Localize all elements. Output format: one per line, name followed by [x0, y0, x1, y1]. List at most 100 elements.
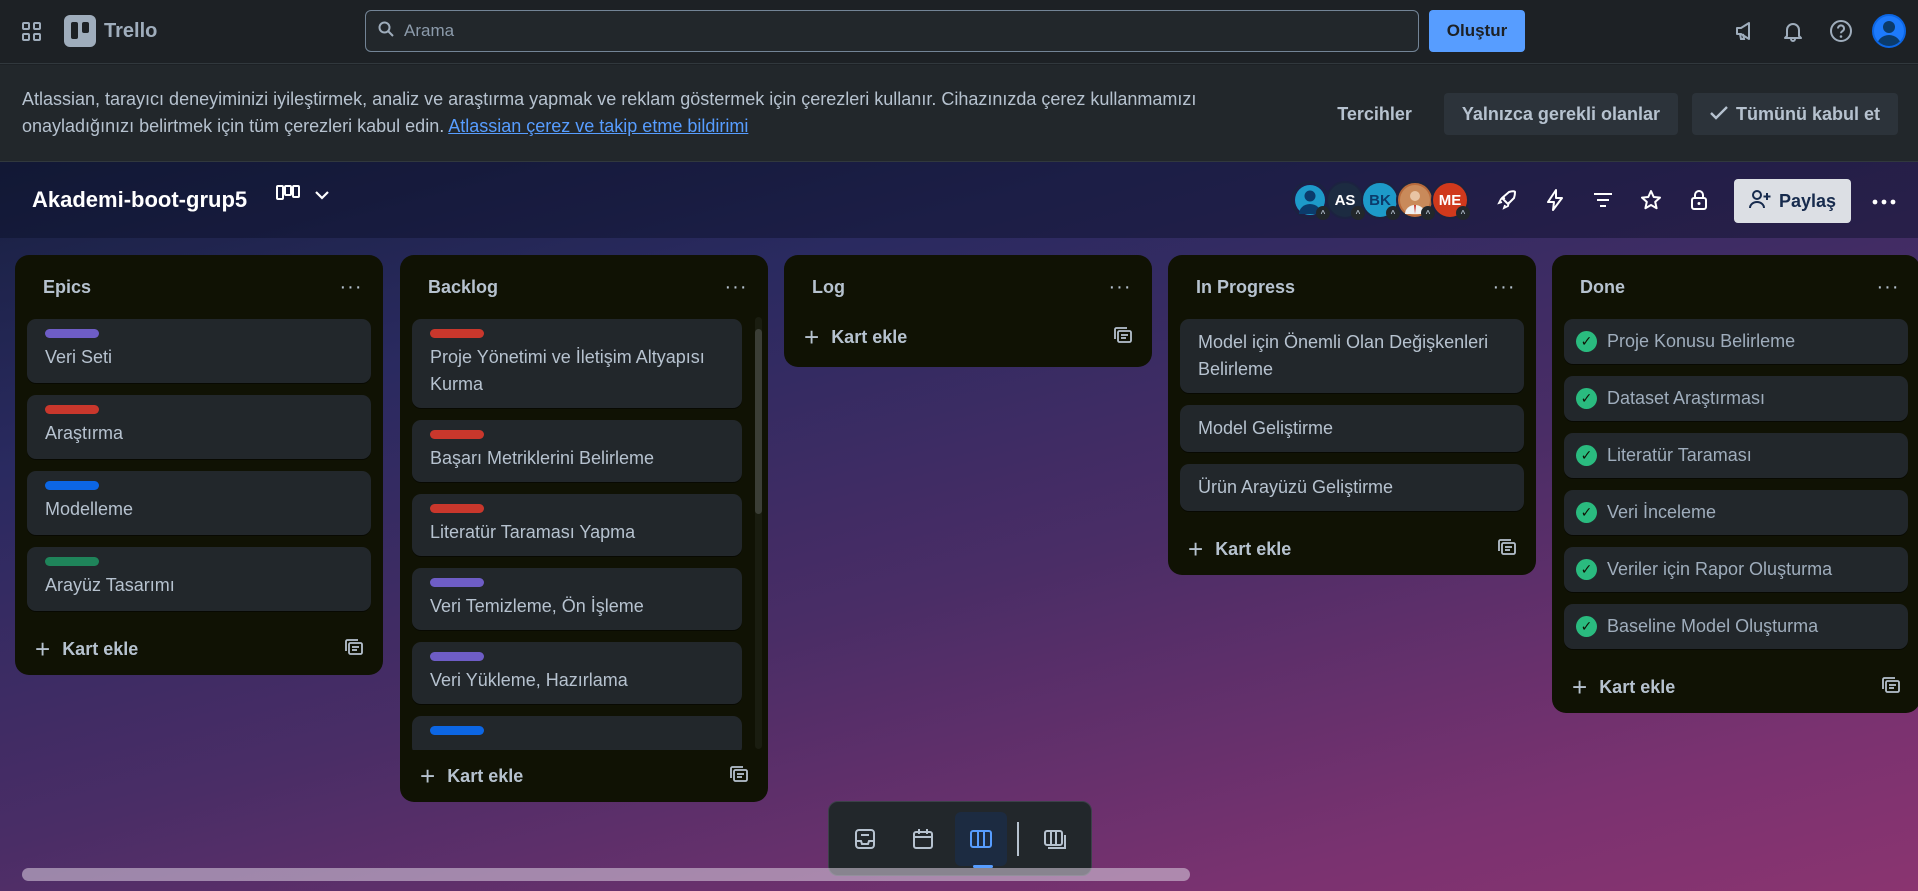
completed-check-icon[interactable]: ✓: [1576, 559, 1597, 580]
list-scrollbar[interactable]: [755, 317, 762, 749]
notifications-bell-icon[interactable]: [1776, 12, 1810, 50]
card-title: Dataset Araştırması: [1607, 388, 1766, 408]
member-initials: ME: [1438, 191, 1462, 209]
card-label[interactable]: [430, 726, 484, 735]
create-from-template-icon[interactable]: [1114, 326, 1132, 348]
card[interactable]: Veri Seti: [27, 319, 371, 383]
list-menu-more-icon[interactable]: ···: [335, 276, 367, 299]
card-label[interactable]: [45, 405, 99, 414]
automation-lightning-icon[interactable]: [1538, 182, 1572, 218]
card[interactable]: ✓ Proje Konusu Belirleme: [1564, 319, 1908, 364]
visibility-lock-icon[interactable]: [1682, 182, 1716, 218]
board-view-button[interactable]: [955, 811, 1008, 868]
list-menu-more-icon[interactable]: ···: [720, 276, 752, 299]
add-card-label: Kart ekle: [1215, 538, 1292, 559]
plus-icon: +: [804, 322, 820, 352]
member-avatar[interactable]: BK ^: [1361, 181, 1400, 220]
card[interactable]: Proje Yönetimi ve İletişim Altyapısı Kur…: [412, 319, 742, 408]
card-label[interactable]: [45, 329, 99, 338]
card[interactable]: Başarı Metriklerini Belirleme: [412, 420, 742, 482]
add-card-button[interactable]: + Kart ekle: [35, 636, 138, 662]
list-menu-more-icon[interactable]: ···: [1872, 276, 1904, 299]
member-avatar[interactable]: ^: [1291, 181, 1330, 220]
list-title[interactable]: Backlog: [428, 277, 498, 298]
card[interactable]: ✓ Veri İnceleme: [1564, 490, 1908, 535]
add-card-button[interactable]: + Kart ekle: [1188, 536, 1291, 562]
create-from-template-icon[interactable]: [1498, 538, 1516, 560]
card-label[interactable]: [430, 430, 484, 439]
card[interactable]: ✓ Veriler için Rapor Oluşturma: [1564, 547, 1908, 592]
cookie-notice-link[interactable]: Atlassian çerez ve takip etme bildirimi: [448, 116, 748, 136]
card[interactable]: Veri Temizleme, Ön İşleme: [412, 568, 742, 630]
list-menu-more-icon[interactable]: ···: [1104, 276, 1136, 299]
list-menu-more-icon[interactable]: ···: [1488, 276, 1520, 299]
completed-check-icon[interactable]: ✓: [1576, 388, 1597, 409]
trello-logo[interactable]: Trello: [64, 15, 157, 47]
create-from-template-icon[interactable]: [730, 765, 748, 787]
filter-icon[interactable]: [1586, 182, 1620, 218]
add-card-button[interactable]: + Kart ekle: [804, 324, 907, 350]
list-title[interactable]: Epics: [43, 277, 91, 298]
share-button[interactable]: Paylaş: [1734, 179, 1851, 223]
completed-check-icon[interactable]: ✓: [1576, 502, 1597, 523]
app-switcher-icon[interactable]: [18, 18, 46, 46]
list-title[interactable]: Log: [812, 277, 845, 298]
card[interactable]: [412, 716, 742, 750]
card[interactable]: Ürün Arayüzü Geliştirme: [1180, 464, 1524, 511]
accept-all-button[interactable]: Tümünü kabul et: [1692, 93, 1898, 135]
card[interactable]: ✓ Literatür Taraması: [1564, 433, 1908, 478]
card-label[interactable]: [430, 504, 484, 513]
board-view-icon[interactable]: [276, 184, 300, 207]
power-ups-rocket-icon[interactable]: [1490, 182, 1524, 218]
help-icon[interactable]: [1824, 12, 1858, 50]
inbox-icon[interactable]: [839, 812, 891, 866]
switch-boards-icon[interactable]: [1029, 812, 1081, 866]
search-box[interactable]: [365, 10, 1419, 52]
card[interactable]: Araştırma: [27, 395, 371, 459]
create-button[interactable]: Oluştur: [1429, 10, 1525, 52]
card[interactable]: Modelleme: [27, 471, 371, 535]
plus-icon: +: [1572, 672, 1588, 702]
create-from-template-icon[interactable]: [345, 638, 363, 660]
board-title[interactable]: Akademi-boot-grup5: [32, 187, 247, 213]
member-avatar[interactable]: ^: [1396, 181, 1435, 220]
completed-check-icon[interactable]: ✓: [1576, 616, 1597, 637]
list-scrollbar-thumb[interactable]: [755, 329, 762, 514]
card[interactable]: Veri Yükleme, Hazırlama: [412, 642, 742, 704]
card-label[interactable]: [45, 557, 99, 566]
list-done: Done ··· ✓ Proje Konusu Belirleme ✓ Data…: [1552, 255, 1918, 713]
nav-divider: [1017, 821, 1019, 856]
megaphone-icon[interactable]: [1728, 12, 1762, 50]
card[interactable]: Model Geliştirme: [1180, 405, 1524, 452]
card-label[interactable]: [45, 481, 99, 490]
preferences-button[interactable]: Tercihler: [1319, 93, 1430, 135]
chevron-down-icon[interactable]: [314, 187, 330, 205]
create-from-template-icon[interactable]: [1882, 676, 1900, 698]
search-input[interactable]: [404, 21, 1392, 41]
completed-check-icon[interactable]: ✓: [1576, 331, 1597, 352]
card-label[interactable]: [430, 578, 484, 587]
board-horizontal-scrollbar[interactable]: [22, 868, 1190, 881]
member-avatar[interactable]: ME ^: [1431, 181, 1470, 220]
completed-check-icon[interactable]: ✓: [1576, 445, 1597, 466]
share-label: Paylaş: [1778, 190, 1837, 211]
card-label[interactable]: [430, 652, 484, 661]
card[interactable]: Literatür Taraması Yapma: [412, 494, 742, 556]
essential-only-button[interactable]: Yalnızca gerekli olanlar: [1443, 93, 1678, 135]
member-avatar[interactable]: AS ^: [1326, 181, 1365, 220]
add-card-button[interactable]: + Kart ekle: [420, 763, 523, 789]
add-card-button[interactable]: + Kart ekle: [1572, 674, 1675, 700]
card-title: Arayüz Tasarımı: [45, 575, 175, 595]
card-label[interactable]: [430, 329, 484, 338]
card[interactable]: ✓ Baseline Model Oluşturma: [1564, 604, 1908, 649]
plus-icon: +: [1188, 534, 1204, 564]
list-title[interactable]: In Progress: [1196, 277, 1295, 298]
card[interactable]: ✓ Dataset Araştırması: [1564, 376, 1908, 421]
card[interactable]: Model için Önemli Olan Değişkenleri Beli…: [1180, 319, 1524, 393]
card[interactable]: Arayüz Tasarımı: [27, 547, 371, 611]
list-title[interactable]: Done: [1580, 277, 1625, 298]
board-menu-more-icon[interactable]: [1866, 184, 1902, 220]
star-icon[interactable]: [1634, 182, 1668, 218]
planner-calendar-icon[interactable]: [897, 812, 949, 866]
user-avatar[interactable]: [1872, 14, 1906, 48]
